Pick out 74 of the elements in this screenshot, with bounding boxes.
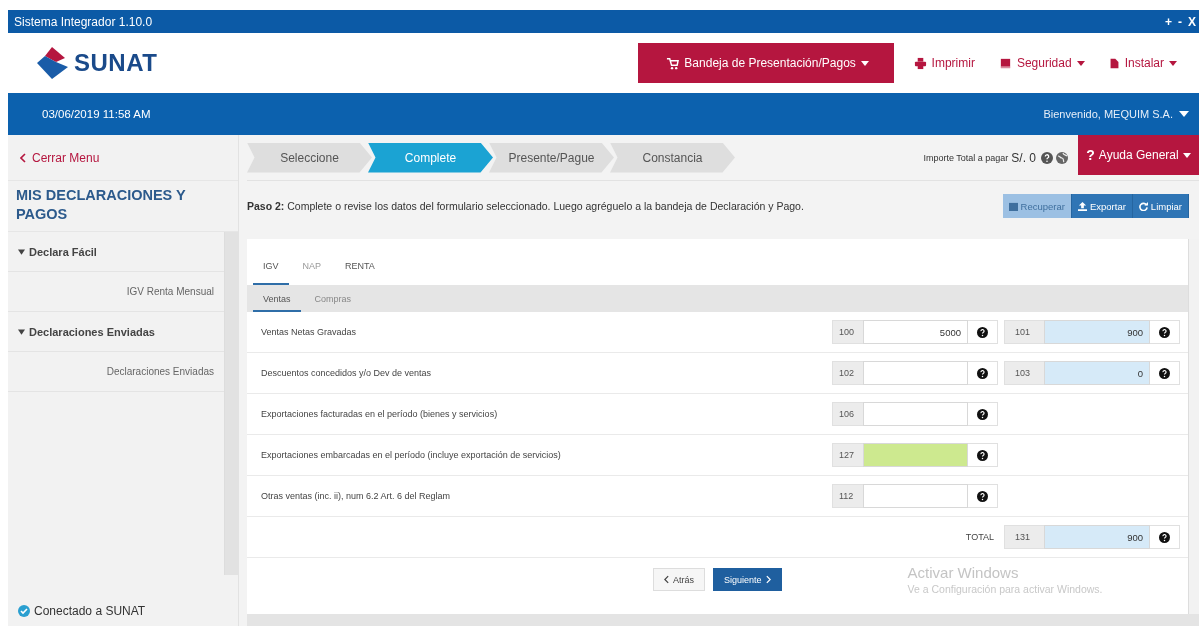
help-icon[interactable]: [1159, 531, 1170, 543]
printer-icon: [913, 56, 927, 70]
action-button[interactable]: Exportar: [1071, 194, 1133, 218]
field-code: 101: [1004, 320, 1044, 344]
help-button[interactable]: ? Ayuda General: [1078, 135, 1199, 175]
globe-icon[interactable]: [1056, 151, 1068, 164]
total-amount: S/. 0: [1011, 150, 1036, 165]
nav-button[interactable]: Atrás: [653, 568, 705, 591]
help-icon[interactable]: [977, 490, 988, 502]
tab[interactable]: RENTA: [335, 261, 385, 285]
help-icon[interactable]: [977, 326, 988, 338]
field-code: 106: [832, 402, 863, 426]
field-code: 112: [832, 484, 863, 508]
field-code: 103: [1004, 361, 1044, 385]
scrollbar[interactable]: [247, 614, 1199, 626]
caret-icon: [1182, 152, 1191, 158]
caret-icon: [1179, 111, 1189, 117]
amount-field[interactable]: 5000: [863, 320, 968, 344]
check-circle-icon: [18, 605, 30, 617]
total-label: TOTAL: [965, 532, 994, 542]
field-label: Exportaciones embarcadas en el período (incluye exportación de servicios): [261, 450, 561, 460]
help-icon[interactable]: [1159, 367, 1170, 379]
logo-text: SUNAT: [74, 49, 158, 77]
amount-field[interactable]: [863, 402, 968, 426]
total-label: Importe Total a pagar: [923, 152, 1009, 163]
total-field[interactable]: 900: [1044, 525, 1150, 549]
file-icon: [1108, 56, 1120, 70]
user-menu[interactable]: Bienvenido, MEQUIM S.A.: [1043, 108, 1189, 120]
window-control[interactable]: +: [1164, 14, 1172, 29]
tab[interactable]: Ventas: [253, 294, 301, 312]
sidebar-heading: MIS DECLARACIONES Y PAGOS: [8, 181, 238, 232]
amount-field[interactable]: [863, 484, 968, 508]
wizard-step[interactable]: Presente/Pague: [489, 142, 614, 173]
wizard-step[interactable]: Constancia: [610, 142, 735, 173]
amount-field[interactable]: [863, 361, 968, 385]
window-title: Sistema Integrador 1.10.0: [14, 14, 153, 29]
chevron-left-icon: [20, 152, 26, 163]
menu-button[interactable]: Seguridad: [986, 43, 1097, 83]
field-label: Otras ventas (inc. ii), num 6.2 Art. 6 del Reglam: [261, 491, 451, 501]
menu-button[interactable]: Imprimir: [901, 43, 987, 83]
window-control[interactable]: -: [1178, 14, 1182, 29]
help-icon[interactable]: [1041, 151, 1053, 164]
close-menu-link[interactable]: Cerrar Menu: [20, 150, 100, 165]
menu-button[interactable]: Bandeja de Presentación/Pagos: [637, 43, 894, 83]
upload-icon: [1077, 201, 1087, 211]
connection-status: Conectado a SUNAT: [34, 604, 146, 618]
triangle-icon: [18, 248, 25, 255]
window-control[interactable]: X: [1188, 14, 1196, 29]
date-time: 03/06/2019 11:58 AM: [42, 108, 151, 120]
amount-field[interactable]: 900: [1044, 320, 1150, 344]
activation-title: Activar Windows: [907, 564, 1020, 581]
cart-icon: [666, 56, 680, 70]
field-label: Ventas Netas Gravadas: [261, 327, 357, 337]
amount-field[interactable]: 0: [1044, 361, 1150, 385]
field-code: 131: [1004, 525, 1044, 549]
field-code: 127: [832, 443, 863, 467]
field-label: Descuentos concedidos y/o Dev de ventas: [261, 368, 432, 378]
help-icon[interactable]: [977, 408, 988, 420]
nav-button[interactable]: Siguiente: [713, 568, 782, 591]
help-icon[interactable]: [977, 367, 988, 379]
refresh-icon: [1138, 201, 1148, 211]
menu-button[interactable]: Instalar: [1096, 43, 1189, 83]
triangle-icon: [18, 328, 25, 335]
action-button[interactable]: Limpiar: [1132, 194, 1189, 218]
wizard-step[interactable]: Seleccione: [247, 142, 372, 173]
chevron-left-icon: [664, 575, 669, 584]
help-icon[interactable]: [1159, 326, 1170, 338]
field-code: 102: [832, 361, 863, 385]
amount-field[interactable]: [863, 443, 968, 467]
help-icon[interactable]: [977, 449, 988, 461]
instruction-text: Paso 2: Complete o revise los datos del formulario seleccionado. Luego agréguelo a la bandeja de Declaración y Pago.: [247, 200, 804, 212]
field-label: Exportaciones facturadas en el período (bienes y servicios): [261, 409, 498, 419]
field-code: 100: [832, 320, 863, 344]
chevron-right-icon: [765, 575, 771, 584]
